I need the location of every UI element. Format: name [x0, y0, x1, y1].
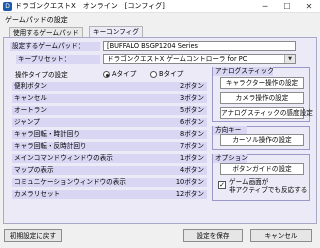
- radio-a-label: Aタイプ: [112, 70, 137, 78]
- maximize-button[interactable]: ☐: [277, 0, 297, 13]
- binding-value: 5ボタン: [180, 106, 204, 114]
- operation-type-label: 操作タイプの設定: [15, 71, 68, 79]
- minimize-button[interactable]: ─: [255, 0, 275, 13]
- binding-value: 4ボタン: [180, 166, 204, 174]
- checkbox-label-line2: 非アクティブでも反応する: [229, 186, 308, 194]
- chevron-down-icon: ▼: [284, 55, 295, 63]
- character-control-button[interactable]: キャラクター操作の設定: [220, 77, 304, 89]
- binding-row[interactable]: オートラン 5ボタン: [12, 106, 207, 115]
- app-icon: D: [3, 2, 12, 11]
- radio-a-type[interactable]: [103, 71, 110, 78]
- device-select[interactable]: [BUFFALO BSGP1204 Series: [103, 41, 296, 51]
- title-bar: D ドラゴンクエストX オンライン [コンフィグ] ─ ☐ ✕: [0, 0, 320, 13]
- binding-name: キャラ回転・反時計回り: [14, 142, 87, 150]
- analog-stick-title: アナログスティック: [213, 67, 274, 76]
- binding-value: 8ボタン: [180, 130, 204, 138]
- binding-row[interactable]: キャラ回転・時計回り 8ボタン: [12, 130, 207, 139]
- binding-row[interactable]: マップの表示 4ボタン: [12, 166, 207, 175]
- close-button[interactable]: ✕: [299, 0, 319, 13]
- stick-sensitivity-button[interactable]: アナログスティックの感度設定: [220, 107, 313, 119]
- binding-value: 3ボタン: [180, 94, 204, 102]
- binding-row[interactable]: カメラリセット 12ボタン: [12, 190, 207, 199]
- preset-value: ドラゴンクエストX ゲームコントローラ for PC: [107, 55, 248, 63]
- binding-name: キャンセル: [14, 94, 47, 102]
- preset-select[interactable]: ドラゴンクエストX ゲームコントローラ for PC ▼: [103, 54, 296, 64]
- binding-name: メインコマンドウィンドウの表示: [14, 154, 113, 162]
- binding-value: 10ボタン: [175, 178, 204, 186]
- binding-row[interactable]: 便利ボタン 2ボタン: [12, 82, 207, 91]
- radio-b-label: Bタイプ: [159, 70, 184, 78]
- reset-defaults-button[interactable]: 初期設定に戻す: [4, 229, 62, 242]
- binding-row[interactable]: コミュニケーションウィンドウの表示 10ボタン: [12, 178, 207, 187]
- options-title: オプション: [213, 154, 248, 163]
- binding-name: コミュニケーションウィンドウの表示: [14, 178, 126, 186]
- preset-label: キープリセット：: [16, 55, 100, 64]
- binding-name: キャラ回転・時計回り: [14, 130, 80, 138]
- binding-name: ジャンプ: [14, 118, 40, 126]
- device-label: 設定するゲームパッド：: [10, 42, 100, 51]
- device-value: [BUFFALO BSGP1204 Series: [107, 42, 198, 50]
- binding-value: 1ボタン: [180, 154, 204, 162]
- binding-value: 7ボタン: [180, 142, 204, 150]
- binding-value: 6ボタン: [180, 118, 204, 126]
- binding-name: 便利ボタン: [14, 82, 47, 90]
- binding-name: マップの表示: [14, 166, 54, 174]
- camera-control-button[interactable]: カメラ操作の設定: [220, 92, 304, 104]
- cancel-button[interactable]: キャンセル: [250, 229, 312, 242]
- save-settings-button[interactable]: 設定を保存: [183, 229, 243, 242]
- window-title: ドラゴンクエストX オンライン [コンフィグ]: [15, 2, 165, 10]
- inactive-input-checkbox[interactable]: ✓: [218, 181, 226, 189]
- binding-name: オートラン: [14, 106, 47, 114]
- binding-row[interactable]: ジャンプ 6ボタン: [12, 118, 207, 127]
- page-title: ゲームパッドの設定: [5, 16, 68, 24]
- binding-value: 2ボタン: [180, 82, 204, 90]
- binding-value: 12ボタン: [175, 190, 204, 198]
- button-guide-button[interactable]: ボタンガイドの設定: [220, 163, 304, 175]
- radio-b-type[interactable]: [150, 71, 157, 78]
- cursor-control-button[interactable]: カーソル操作の設定: [220, 134, 304, 146]
- binding-row[interactable]: メインコマンドウィンドウの表示 1ボタン: [12, 154, 207, 163]
- binding-row[interactable]: キャラ回転・反時計回り 7ボタン: [12, 142, 207, 151]
- binding-row[interactable]: キャンセル 3ボタン: [12, 94, 207, 103]
- binding-name: カメラリセット: [14, 190, 61, 198]
